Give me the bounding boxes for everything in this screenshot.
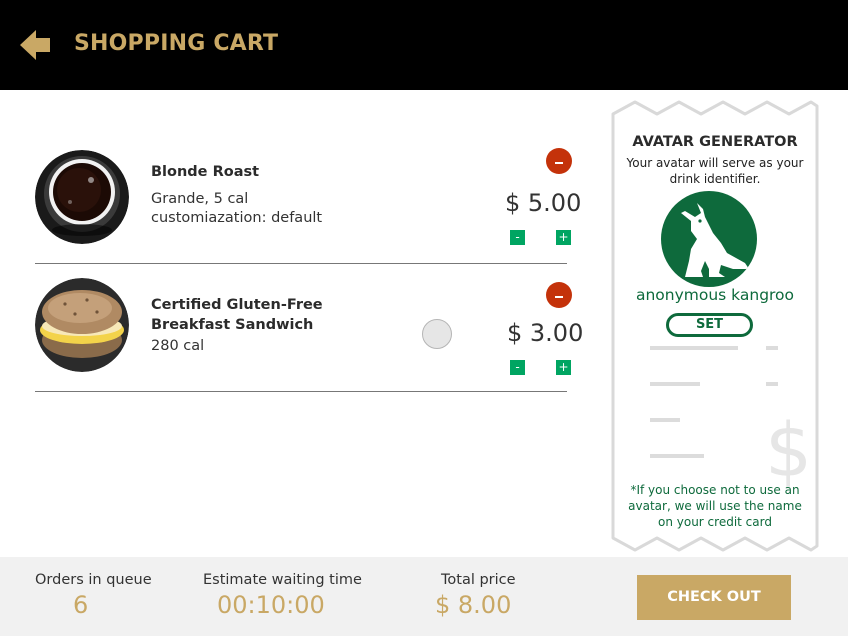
item-divider xyxy=(35,391,567,392)
order-summary-footer: Orders in queue 6 Estimate waiting time … xyxy=(0,557,848,636)
item-divider xyxy=(35,263,567,264)
increase-quantity-button[interactable]: + xyxy=(556,230,571,245)
avatar-name: anonymous kangroo xyxy=(635,286,795,304)
item-price: $ 5.00 xyxy=(505,189,582,217)
queue-value: 6 xyxy=(73,591,89,619)
app-header: SHOPPING CART xyxy=(0,0,848,90)
item-size-calories: Grande, 5 cal xyxy=(151,191,249,207)
item-name: Blonde Roast xyxy=(151,164,260,180)
coffee-cup-image xyxy=(35,150,129,244)
total-price-label: Total price xyxy=(441,572,516,588)
decrease-quantity-button[interactable]: - xyxy=(510,230,525,245)
decrease-quantity-button[interactable]: - xyxy=(510,360,525,375)
avatar-description: Your avatar will serve as your drink ide… xyxy=(626,156,804,186)
checkout-button[interactable]: CHECK OUT xyxy=(637,575,791,620)
wait-time-label: Estimate waiting time xyxy=(203,572,362,588)
item-calories: 280 cal xyxy=(151,338,205,354)
wait-time-value: 00:10:00 xyxy=(217,591,325,619)
queue-label: Orders in queue xyxy=(35,572,152,588)
kangaroo-icon xyxy=(661,191,757,287)
avatar-title: AVATAR GENERATOR xyxy=(632,134,798,150)
item-name-line-2: Breakfast Sandwich xyxy=(151,317,314,333)
total-price-value: $ 8.00 xyxy=(435,591,512,619)
set-avatar-button[interactable]: SET xyxy=(666,313,753,337)
item-price: $ 3.00 xyxy=(507,319,584,347)
avatar-note: *If you choose not to use an avatar, we … xyxy=(628,483,802,529)
page-title: SHOPPING CART xyxy=(74,31,279,56)
back-arrow-icon[interactable] xyxy=(20,30,52,60)
item-customization: customiazation: default xyxy=(151,210,323,226)
cart-item: Blonde Roast Grande, 5 cal customiazatio… xyxy=(35,148,581,250)
remove-item-button[interactable] xyxy=(546,148,572,174)
sandwich-image xyxy=(35,278,129,372)
item-name-line-1: Certified Gluten-Free xyxy=(151,297,323,313)
increase-quantity-button[interactable]: + xyxy=(556,360,571,375)
remove-item-button[interactable] xyxy=(546,282,572,308)
cart-item: Certified Gluten-Free Breakfast Sandwich… xyxy=(35,278,583,378)
avatar-generator-panel: $ AVATAR GENERATOR Your avatar will serv… xyxy=(610,100,820,552)
select-item-radio[interactable] xyxy=(422,319,452,349)
